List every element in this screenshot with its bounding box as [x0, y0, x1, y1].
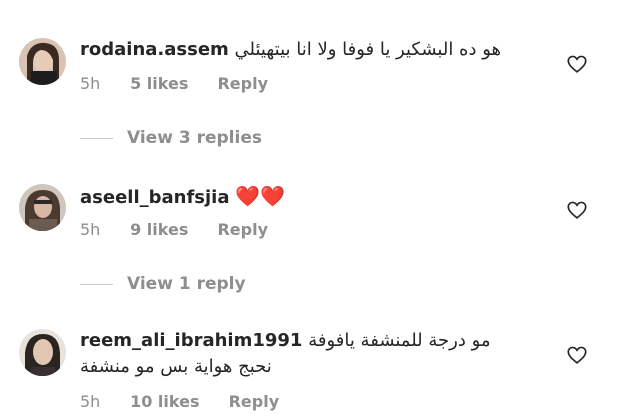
- heart-outline-icon[interactable]: [566, 199, 588, 221]
- username[interactable]: rodaina.assem: [80, 39, 229, 60]
- reply-button[interactable]: Reply: [217, 220, 268, 239]
- comment-text-line2: نحبج هواية بس مو منشفة: [80, 355, 560, 379]
- view-replies-button[interactable]: View 1 reply: [80, 274, 246, 294]
- divider-line: [80, 283, 113, 285]
- avatar[interactable]: [19, 184, 66, 231]
- likes-count[interactable]: 5 likes: [130, 74, 188, 93]
- username[interactable]: aseell_banfsjia: [80, 187, 230, 208]
- view-replies-label: View 1 reply: [127, 274, 246, 294]
- timestamp: 5h: [80, 220, 101, 239]
- likes-count[interactable]: 10 likes: [130, 392, 199, 411]
- comment-body-line2: نحبج هواية بس مو منشفة: [80, 356, 272, 377]
- comment-text: rodaina.assem هو ده البشكير يا فوفا ولا …: [80, 38, 560, 62]
- comment-meta: 5h 5 likes Reply: [80, 74, 268, 93]
- comment-body: هو ده البشكير يا فوفا ولا انا بيتهيئلي: [234, 39, 502, 60]
- comment-meta: 5h 9 likes Reply: [80, 220, 268, 239]
- username[interactable]: reem_ali_ibrahim1991: [80, 330, 302, 351]
- comment-text: reem_ali_ibrahim1991 مو درجة للمنشفة ياف…: [80, 329, 560, 353]
- heart-outline-icon[interactable]: [566, 344, 588, 366]
- comment-text: aseell_banfsjia ❤️❤️: [80, 184, 560, 210]
- timestamp: 5h: [80, 74, 101, 93]
- comment-meta: 5h 10 likes Reply: [80, 392, 279, 411]
- view-replies-button[interactable]: View 3 replies: [80, 128, 262, 148]
- likes-count[interactable]: 9 likes: [130, 220, 188, 239]
- view-replies-label: View 3 replies: [127, 128, 262, 148]
- timestamp: 5h: [80, 392, 101, 411]
- heart-outline-icon[interactable]: [566, 53, 588, 75]
- reply-button[interactable]: Reply: [229, 392, 280, 411]
- comment-body: ❤️❤️: [235, 184, 286, 208]
- reply-button[interactable]: Reply: [217, 74, 268, 93]
- avatar[interactable]: [19, 38, 66, 85]
- avatar[interactable]: [19, 329, 66, 376]
- divider-line: [80, 137, 113, 139]
- comment-body: مو درجة للمنشفة يافوفة: [308, 330, 491, 351]
